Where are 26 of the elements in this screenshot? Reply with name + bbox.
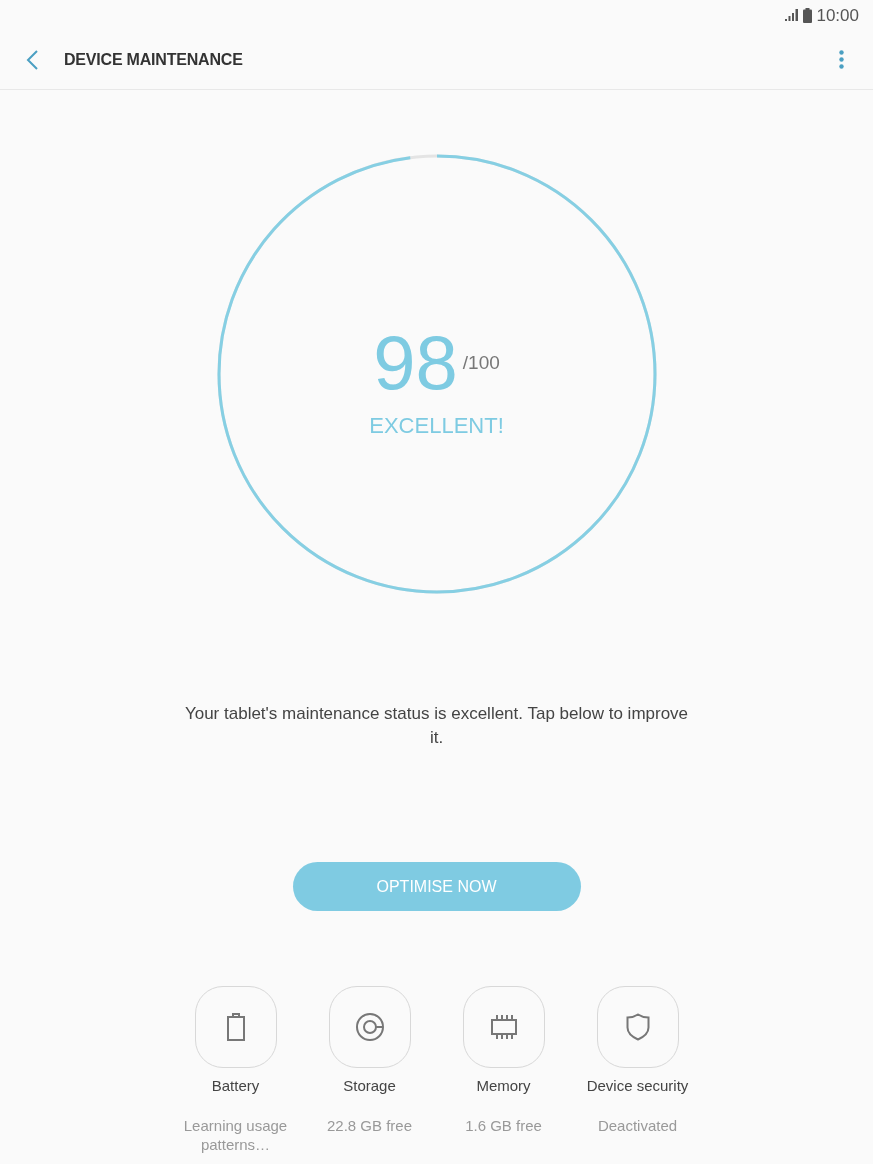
- signal-icon: [785, 9, 800, 21]
- tool-status: Deactivated: [597, 1116, 678, 1135]
- chip-icon: [490, 1014, 517, 1040]
- tool-button[interactable]: [328, 986, 411, 1068]
- tool-status: Learning usage patterns…: [182, 1116, 289, 1154]
- shield-icon: [625, 1013, 650, 1041]
- score-value: 98: [373, 325, 458, 401]
- tool-label: Memory: [476, 1076, 531, 1096]
- storage-icon: [355, 1013, 384, 1041]
- tool-label: Battery: [211, 1076, 260, 1096]
- tool-status: 1.6 GB free: [465, 1116, 542, 1135]
- optimise-button[interactable]: OPTIMISE NOW: [292, 862, 581, 911]
- tool-button[interactable]: [194, 986, 277, 1068]
- battery-icon: [803, 7, 813, 23]
- more-options-button[interactable]: [839, 49, 845, 70]
- more-options-icon: [839, 50, 844, 69]
- tool-label: Storage: [343, 1076, 396, 1096]
- score-max: /100: [462, 353, 500, 372]
- tool-status: 22.8 GB free: [326, 1116, 413, 1135]
- status-message: Your tablet's maintenance status is excellent. Tap below to improve it.: [183, 703, 690, 749]
- score-rating: EXCELLENT!: [369, 415, 504, 437]
- clock-time: 10:00: [816, 6, 859, 24]
- battery-icon: [225, 1013, 246, 1041]
- page-title: DEVICE MAINTENANCE: [64, 49, 243, 70]
- tool-button[interactable]: [462, 986, 545, 1068]
- tool-label: Device security: [586, 1076, 689, 1096]
